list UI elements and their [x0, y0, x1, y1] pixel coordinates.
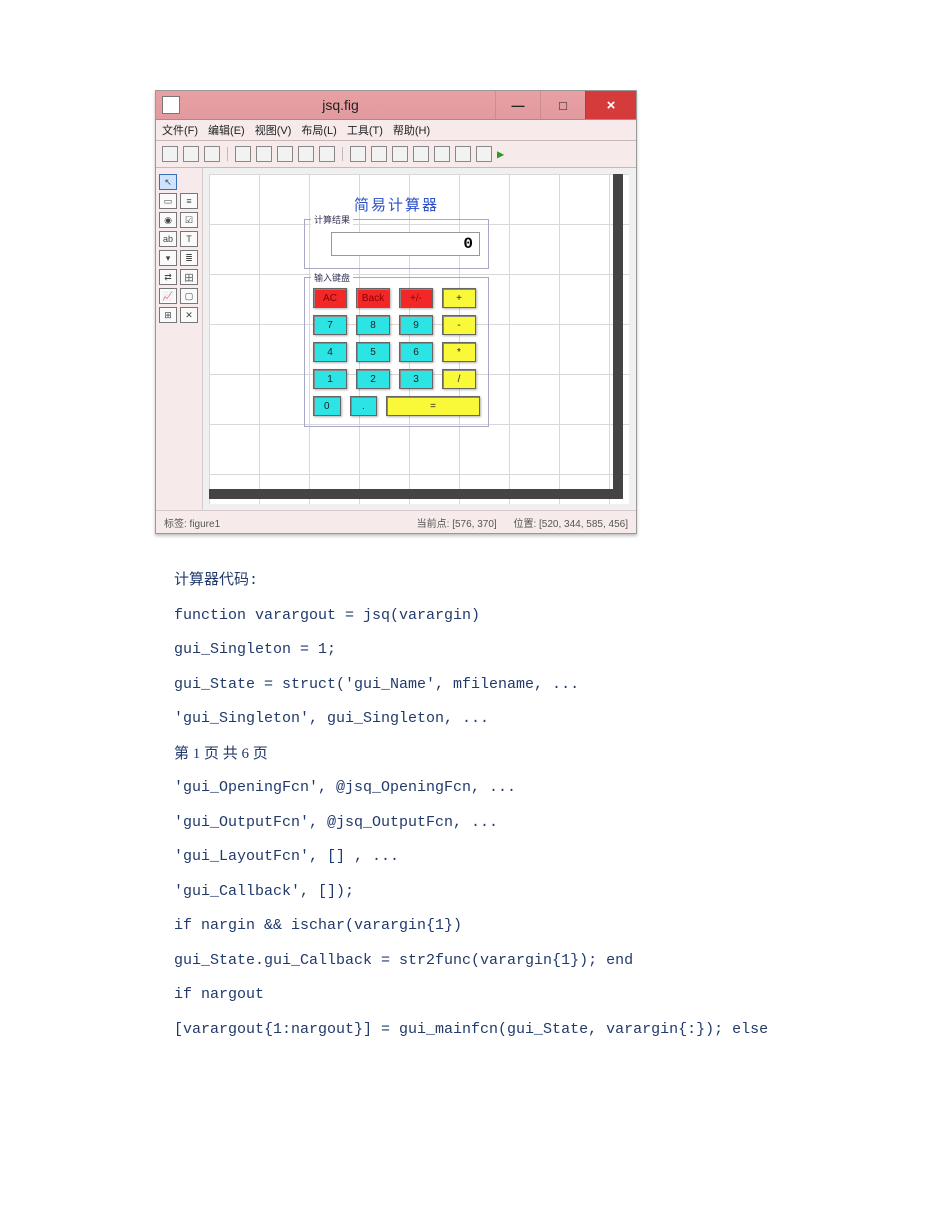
tool-new-icon[interactable]	[162, 146, 178, 162]
key-minus[interactable]: -	[442, 315, 476, 335]
result-panel: 计算结果 0	[304, 219, 489, 269]
status-position: 位置: [520, 344, 585, 456]	[513, 519, 628, 530]
palette-buttongroup-icon[interactable]: ⊞	[159, 307, 177, 323]
code-line: 'gui_Singleton', gui_Singleton, ...	[174, 702, 824, 737]
tool-tab-order-icon[interactable]	[392, 146, 408, 162]
result-legend: 计算结果	[311, 213, 353, 226]
tool-undo-icon[interactable]	[298, 146, 314, 162]
code-header: 计算器代码:	[174, 564, 824, 599]
tool-redo-icon[interactable]	[319, 146, 335, 162]
menubar: 文件(F) 编辑(E) 视图(V) 布局(L) 工具(T) 帮助(H)	[156, 120, 636, 141]
menu-edit[interactable]: 编辑(E)	[208, 122, 245, 138]
tool-open-icon[interactable]	[183, 146, 199, 162]
code-line: gui_Singleton = 1;	[174, 633, 824, 668]
tool-menu-editor-icon[interactable]	[371, 146, 387, 162]
key-eq[interactable]: =	[386, 396, 480, 416]
menu-help[interactable]: 帮助(H)	[393, 122, 430, 138]
tool-copy-icon[interactable]	[256, 146, 272, 162]
menu-tools[interactable]: 工具(T)	[347, 122, 383, 138]
key-back[interactable]: Back	[356, 288, 390, 308]
key-4[interactable]: 4	[313, 342, 347, 362]
tool-mfile-editor-icon[interactable]	[434, 146, 450, 162]
calculator-ui: 简易计算器 计算结果 0 输入键盘 AC Back +/- +	[304, 194, 489, 427]
key-6[interactable]: 6	[399, 342, 433, 362]
palette-select-icon[interactable]: ↖	[159, 174, 177, 190]
app-icon	[162, 96, 180, 114]
tool-save-icon[interactable]	[204, 146, 220, 162]
toolbar: ▶	[156, 141, 636, 168]
palette-listbox-icon[interactable]: ≣	[180, 250, 198, 266]
code-line: function varargout = jsq(varargin)	[174, 599, 824, 634]
palette-table-icon[interactable]: 田	[180, 269, 198, 285]
code-line: if nargout	[174, 978, 824, 1013]
key-5[interactable]: 5	[356, 342, 390, 362]
component-palette: ↖ ▭ ≡ ◉ ☑ ab T ▾ ≣ ⇄	[156, 168, 203, 510]
key-sign[interactable]: +/-	[399, 288, 433, 308]
toolbar-separator	[227, 147, 228, 161]
keypad-panel: 输入键盘 AC Back +/- + 7 8 9 -	[304, 277, 489, 427]
palette-radiobutton-icon[interactable]: ◉	[159, 212, 177, 228]
key-3[interactable]: 3	[399, 369, 433, 389]
key-plus[interactable]: +	[442, 288, 476, 308]
code-line: 'gui_Callback', []);	[174, 875, 824, 910]
code-block: 计算器代码: function varargout = jsq(varargin…	[174, 564, 824, 1047]
palette-togglebutton-icon[interactable]: ⇄	[159, 269, 177, 285]
tool-paste-icon[interactable]	[277, 146, 293, 162]
code-line: gui_State.gui_Callback = str2func(vararg…	[174, 944, 824, 979]
code-line: 'gui_OutputFcn', @jsq_OutputFcn, ...	[174, 806, 824, 841]
toolbar-separator	[342, 147, 343, 161]
key-9[interactable]: 9	[399, 315, 433, 335]
result-display: 0	[331, 232, 480, 256]
key-7[interactable]: 7	[313, 315, 347, 335]
status-point: 当前点: [576, 370]	[417, 519, 497, 530]
keypad-legend: 输入键盘	[311, 271, 353, 284]
maximize-button[interactable]: □	[540, 91, 585, 119]
guide-window: jsq.fig — □ × 文件(F) 编辑(E) 视图(V) 布局(L) 工具…	[155, 90, 637, 534]
code-line: if nargin && ischar(varargin{1})	[174, 909, 824, 944]
palette-checkbox-icon[interactable]: ☑	[180, 212, 198, 228]
palette-axes-icon[interactable]: 📈	[159, 288, 177, 304]
tool-property-inspector-icon[interactable]	[455, 146, 471, 162]
code-line: 'gui_LayoutFcn', [] , ...	[174, 840, 824, 875]
tool-toolbar-editor-icon[interactable]	[413, 146, 429, 162]
palette-static-icon[interactable]: T	[180, 231, 198, 247]
key-8[interactable]: 8	[356, 315, 390, 335]
key-mul[interactable]: *	[442, 342, 476, 362]
minimize-button[interactable]: —	[495, 91, 540, 119]
palette-pushbutton-icon[interactable]: ▭	[159, 193, 177, 209]
tool-align-icon[interactable]	[350, 146, 366, 162]
palette-slider-icon[interactable]: ≡	[180, 193, 198, 209]
code-line: [varargout{1:nargout}] = gui_mainfcn(gui…	[174, 1013, 824, 1048]
key-div[interactable]: /	[442, 369, 476, 389]
menu-layout[interactable]: 布局(L)	[301, 122, 336, 138]
key-dot[interactable]: .	[350, 396, 378, 416]
key-0[interactable]: 0	[313, 396, 341, 416]
key-1[interactable]: 1	[313, 369, 347, 389]
titlebar: jsq.fig — □ ×	[156, 91, 636, 120]
calculator-title: 简易计算器	[304, 194, 489, 215]
status-tag: 标签: figure1	[164, 515, 220, 530]
close-button[interactable]: ×	[585, 91, 636, 119]
window-title: jsq.fig	[186, 97, 495, 113]
code-line: gui_State = struct('gui_Name', mfilename…	[174, 668, 824, 703]
key-2[interactable]: 2	[356, 369, 390, 389]
menu-file[interactable]: 文件(F)	[162, 122, 198, 138]
menu-view[interactable]: 视图(V)	[255, 122, 292, 138]
tool-cut-icon[interactable]	[235, 146, 251, 162]
figure-canvas[interactable]: 简易计算器 计算结果 0 输入键盘 AC Back +/- +	[209, 174, 629, 504]
page-indicator: 第 1 页 共 6 页	[174, 737, 824, 772]
palette-popupmenu-icon[interactable]: ▾	[159, 250, 177, 266]
statusbar: 标签: figure1 当前点: [576, 370] 位置: [520, 34…	[156, 510, 636, 533]
palette-edit-icon[interactable]: ab	[159, 231, 177, 247]
code-line: 'gui_OpeningFcn', @jsq_OpeningFcn, ...	[174, 771, 824, 806]
tool-object-browser-icon[interactable]	[476, 146, 492, 162]
tool-run-icon[interactable]: ▶	[497, 147, 504, 162]
palette-panel-icon[interactable]: ▢	[180, 288, 198, 304]
palette-activex-icon[interactable]: ✕	[180, 307, 198, 323]
key-ac[interactable]: AC	[313, 288, 347, 308]
